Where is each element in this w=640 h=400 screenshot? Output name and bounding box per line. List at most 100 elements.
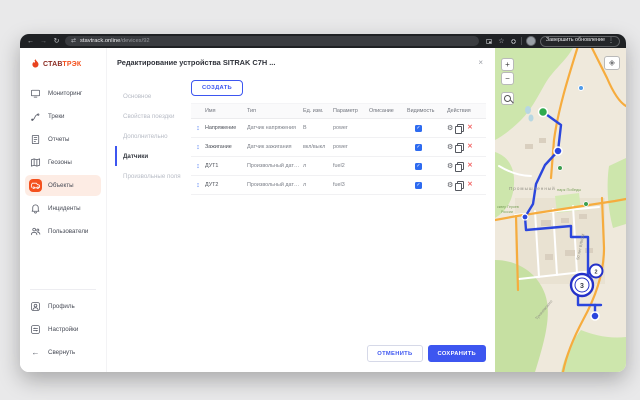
back-icon[interactable]: ← bbox=[26, 38, 35, 45]
tab-trip-properties[interactable]: Свойства поездки bbox=[115, 106, 185, 126]
cluster-marker-small[interactable]: 2 bbox=[590, 265, 603, 278]
sidebar-item-label: Геозоны bbox=[48, 159, 72, 166]
visibility-checkbox[interactable]: ✓ bbox=[415, 125, 422, 132]
copy-icon[interactable] bbox=[457, 124, 464, 132]
svg-text:3: 3 bbox=[580, 283, 584, 290]
sidebar-item-tracks[interactable]: Треки bbox=[25, 106, 101, 127]
row-actions: ⚙ ✕ bbox=[447, 143, 486, 151]
cluster-marker-big[interactable]: 3 bbox=[571, 274, 593, 296]
visibility-checkbox[interactable]: ✓ bbox=[415, 144, 422, 151]
forward-icon[interactable]: → bbox=[39, 38, 48, 45]
pip-icon[interactable] bbox=[485, 38, 493, 45]
address-bar[interactable]: ⇄ stavtrack.online/devices/92 bbox=[65, 36, 479, 46]
map-label-district: Промышленный bbox=[509, 185, 556, 191]
sidebar-item-users[interactable]: Пользователи bbox=[25, 221, 101, 242]
table-row: ↕ ДУТ2 Произвольный датчик л fuel3 ✓ ⚙ ✕ bbox=[191, 176, 486, 195]
sensor-unit: В bbox=[303, 125, 333, 131]
app-logo[interactable]: СТАВТРЭК bbox=[20, 56, 106, 82]
check-icon: ✓ bbox=[416, 126, 420, 131]
sidebar-item-label: Профиль bbox=[48, 303, 75, 310]
profile-avatar[interactable] bbox=[526, 36, 536, 46]
visibility-checkbox[interactable]: ✓ bbox=[415, 182, 422, 189]
map-search-button[interactable] bbox=[501, 92, 514, 105]
tab-main[interactable]: Основное bbox=[115, 86, 185, 106]
sensor-name: ДУТ1 bbox=[205, 163, 247, 169]
url-path: /devices/92 bbox=[120, 38, 149, 44]
sidebar-item-collapse[interactable]: ← Свернуть bbox=[25, 342, 101, 363]
tab-sensors[interactable]: Датчики bbox=[115, 146, 185, 166]
copy-icon[interactable] bbox=[457, 181, 464, 189]
map-label-park: парк Победы bbox=[557, 187, 581, 192]
check-icon: ✓ bbox=[416, 145, 420, 150]
browser-window: ← → ↻ ⇄ stavtrack.online/devices/92 ☆ За… bbox=[20, 34, 626, 372]
sidebar-item-reports[interactable]: Отчеты bbox=[25, 129, 101, 150]
incidents-bell-icon bbox=[29, 202, 42, 215]
col-param: Параметр bbox=[333, 108, 369, 114]
settings-icon bbox=[29, 323, 42, 336]
sidebar-item-settings[interactable]: Настройки bbox=[25, 319, 101, 340]
col-type: Тип bbox=[247, 108, 303, 114]
edit-device-dialog: Редактирование устройства SITRAK C7H ...… bbox=[106, 48, 495, 372]
sidebar-item-profile[interactable]: Профиль bbox=[25, 296, 101, 317]
bookmark-star-icon[interactable]: ☆ bbox=[497, 38, 506, 45]
sidebar-item-objects[interactable]: Объекты bbox=[25, 175, 101, 196]
gear-icon[interactable]: ⚙ bbox=[447, 163, 453, 170]
sidebar-item-label: Мониторинг bbox=[48, 90, 82, 97]
map-canvas[interactable]: 2 3 Промышленный парк Победы 50 лет ВЛКС… bbox=[495, 48, 626, 372]
table-header-row: Имя Тип Ед. изм. Параметр Описание Видим… bbox=[191, 103, 486, 119]
drag-handle-icon[interactable]: ↕ bbox=[191, 125, 205, 132]
gear-icon[interactable]: ⚙ bbox=[447, 125, 453, 132]
save-button[interactable]: СОХРАНИТЬ bbox=[428, 345, 487, 362]
map-zoom-out-button[interactable]: − bbox=[501, 72, 514, 85]
dialog-footer: ОТМЕНИТЬ СОХРАНИТЬ bbox=[115, 337, 488, 364]
site-info-icon[interactable]: ⇄ bbox=[71, 38, 76, 44]
gear-icon[interactable]: ⚙ bbox=[447, 144, 453, 151]
map-zoom-in-button[interactable]: + bbox=[501, 58, 514, 71]
sidebar-item-monitoring[interactable]: Мониторинг bbox=[25, 83, 101, 104]
monitor-icon bbox=[29, 87, 42, 100]
delete-icon[interactable]: ✕ bbox=[467, 125, 472, 132]
sensors-table: Имя Тип Ед. изм. Параметр Описание Видим… bbox=[191, 103, 486, 195]
sensor-name: Напряжение bbox=[205, 125, 247, 131]
visibility-checkbox[interactable]: ✓ bbox=[415, 163, 422, 170]
drag-handle-icon[interactable]: ↕ bbox=[191, 144, 205, 151]
sensor-unit: л bbox=[303, 163, 333, 169]
delete-icon[interactable]: ✕ bbox=[467, 163, 472, 170]
drag-handle-icon[interactable]: ↕ bbox=[191, 163, 205, 170]
profile-icon bbox=[29, 300, 42, 313]
col-actions: Действия bbox=[447, 108, 486, 114]
sensor-name: Зажигание bbox=[205, 144, 247, 150]
drag-handle-icon[interactable]: ↕ bbox=[191, 182, 205, 189]
delete-icon[interactable]: ✕ bbox=[467, 144, 472, 151]
extensions-icon[interactable] bbox=[510, 38, 517, 45]
delete-icon[interactable]: ✕ bbox=[467, 182, 472, 189]
finish-update-button[interactable]: Завершить обновление ⋮ bbox=[540, 36, 620, 47]
col-name: Имя bbox=[205, 108, 247, 114]
tab-custom-fields[interactable]: Произвольные поля bbox=[115, 166, 185, 186]
menu-dots-icon[interactable]: ⋮ bbox=[608, 38, 614, 44]
sidebar-item-incidents[interactable]: Инциденты bbox=[25, 198, 101, 219]
table-row: ↕ Зажигание Датчик зажигания вкл/выкл po… bbox=[191, 138, 486, 157]
gear-icon[interactable]: ⚙ bbox=[447, 182, 453, 189]
col-visibility: Видимость bbox=[407, 108, 447, 114]
map-layers-button[interactable]: ◈ bbox=[604, 56, 620, 70]
row-actions: ⚙ ✕ bbox=[447, 124, 486, 132]
sensor-unit: л bbox=[303, 182, 333, 188]
toolbar-divider bbox=[521, 37, 522, 45]
close-icon[interactable]: × bbox=[475, 58, 486, 68]
search-icon bbox=[504, 95, 511, 102]
reload-icon[interactable]: ↻ bbox=[52, 38, 61, 45]
map-label-square: России bbox=[501, 210, 513, 214]
copy-icon[interactable] bbox=[457, 143, 464, 151]
logo-part1: СТАВ bbox=[43, 61, 62, 68]
table-row: ↕ Напряжение Датчик напряжения В power ✓… bbox=[191, 119, 486, 138]
tab-additional[interactable]: Дополнительно bbox=[115, 126, 185, 146]
sensor-type: Произвольный датчик bbox=[247, 163, 303, 169]
cancel-button[interactable]: ОТМЕНИТЬ bbox=[367, 345, 422, 362]
sidebar-item-geozones[interactable]: Геозоны bbox=[25, 152, 101, 173]
logo-part2: ТРЭК bbox=[62, 61, 81, 68]
map-panel[interactable]: 2 3 Промышленный парк Победы 50 лет ВЛКС… bbox=[495, 48, 626, 372]
create-button[interactable]: СОЗДАТЬ bbox=[191, 80, 243, 96]
copy-icon[interactable] bbox=[457, 162, 464, 170]
sensor-param: power bbox=[333, 144, 369, 150]
